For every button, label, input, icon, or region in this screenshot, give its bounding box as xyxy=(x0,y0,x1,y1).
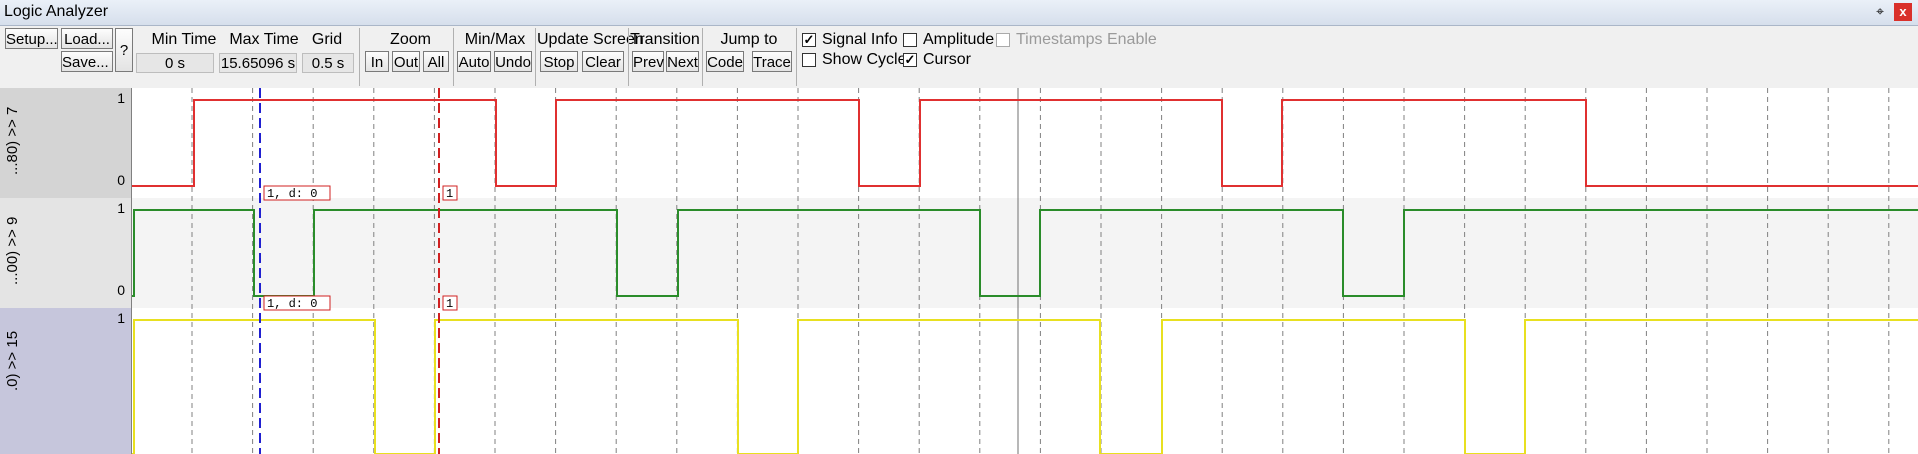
title-bar: Logic Analyzer ⌖ x xyxy=(0,0,1918,26)
signal-name: .0) >> 15 xyxy=(4,330,21,392)
jump-trace-button[interactable]: Trace xyxy=(752,51,792,72)
separator xyxy=(535,28,536,86)
minmax-label: Min/Max xyxy=(464,31,526,48)
cursor-label: Cursor xyxy=(923,51,972,68)
show-cycles-label: Show Cycles xyxy=(822,51,915,68)
stop-button[interactable]: Stop xyxy=(540,51,578,72)
next-transition-button[interactable]: Next xyxy=(666,51,699,72)
prev-transition-button[interactable]: Prev xyxy=(632,51,664,72)
separator xyxy=(359,28,360,86)
zoom-out-button[interactable]: Out xyxy=(392,51,420,72)
signal-name: ...00) >> 9 xyxy=(4,216,21,286)
waveform-plot[interactable]: 1, d: 0 1 1, d: 0 1 xyxy=(132,88,1918,454)
save-button[interactable]: Save... xyxy=(61,51,113,72)
max-time-label: Max Time xyxy=(229,31,299,48)
min-time-value: 0 s xyxy=(136,53,214,73)
window-title: Logic Analyzer xyxy=(4,3,109,20)
signal-high-level: 1 xyxy=(117,200,125,216)
marker-info-text: 1, d: 0 xyxy=(267,297,317,311)
cursor-value-text: 1 xyxy=(446,297,453,311)
pin-icon[interactable]: ⌖ xyxy=(1876,3,1884,20)
min-time-label: Min Time xyxy=(151,31,217,48)
signal-name: ...80) >> 7 xyxy=(4,106,21,176)
timestamps-enable-checkbox xyxy=(996,33,1010,47)
grid-label: Grid xyxy=(311,31,343,48)
signal-label-row-1[interactable]: ...80) >> 7 1 0 xyxy=(0,88,132,198)
amplitude-checkbox[interactable] xyxy=(903,33,917,47)
jump-code-button[interactable]: Code xyxy=(706,51,744,72)
cursor-value-text: 1 xyxy=(446,187,453,201)
update-screen-label: Update Screen xyxy=(537,31,644,48)
signal-low-level: 0 xyxy=(117,172,125,188)
undo-button[interactable]: Undo xyxy=(494,51,532,72)
show-cycles-checkbox[interactable] xyxy=(802,53,816,67)
zoom-label: Zoom xyxy=(390,31,431,48)
signal-label-row-2[interactable]: ...00) >> 9 1 0 xyxy=(0,198,132,308)
separator xyxy=(702,28,703,86)
load-button[interactable]: Load... xyxy=(61,28,113,49)
signal-low-level: 0 xyxy=(117,282,125,298)
toolbar: Setup... Load... Save... ? Min Time 0 s … xyxy=(0,26,1918,88)
separator xyxy=(628,28,629,86)
auto-button[interactable]: Auto xyxy=(457,51,491,72)
signal-info-checkbox[interactable]: ✓ xyxy=(802,33,816,47)
separator xyxy=(796,28,797,86)
signal-high-level: 1 xyxy=(117,310,125,326)
transition-label: Transition xyxy=(630,31,700,48)
max-time-value: 15.65096 s xyxy=(219,53,297,73)
cursor-checkbox[interactable]: ✓ xyxy=(903,53,917,67)
close-icon[interactable]: x xyxy=(1894,3,1912,21)
zoom-all-button[interactable]: All xyxy=(423,51,449,72)
grid-value: 0.5 s xyxy=(302,53,354,73)
signal-label-row-3[interactable]: .0) >> 15 1 xyxy=(0,308,132,454)
signal-info-label: Signal Info xyxy=(822,31,898,48)
jump-to-label: Jump to xyxy=(720,31,778,48)
amplitude-label: Amplitude xyxy=(923,31,995,48)
waveform-area[interactable]: ...80) >> 7 1 0 ...00) >> 9 1 0 .0) >> 1… xyxy=(0,88,1918,454)
zoom-in-button[interactable]: In xyxy=(365,51,389,72)
marker-info-text: 1, d: 0 xyxy=(267,187,317,201)
clear-button[interactable]: Clear xyxy=(582,51,624,72)
help-button[interactable]: ? xyxy=(115,28,133,72)
setup-button[interactable]: Setup... xyxy=(5,28,58,49)
separator xyxy=(453,28,454,86)
timestamps-enable-label: Timestamps Enable xyxy=(1016,31,1157,48)
signal-high-level: 1 xyxy=(117,90,125,106)
